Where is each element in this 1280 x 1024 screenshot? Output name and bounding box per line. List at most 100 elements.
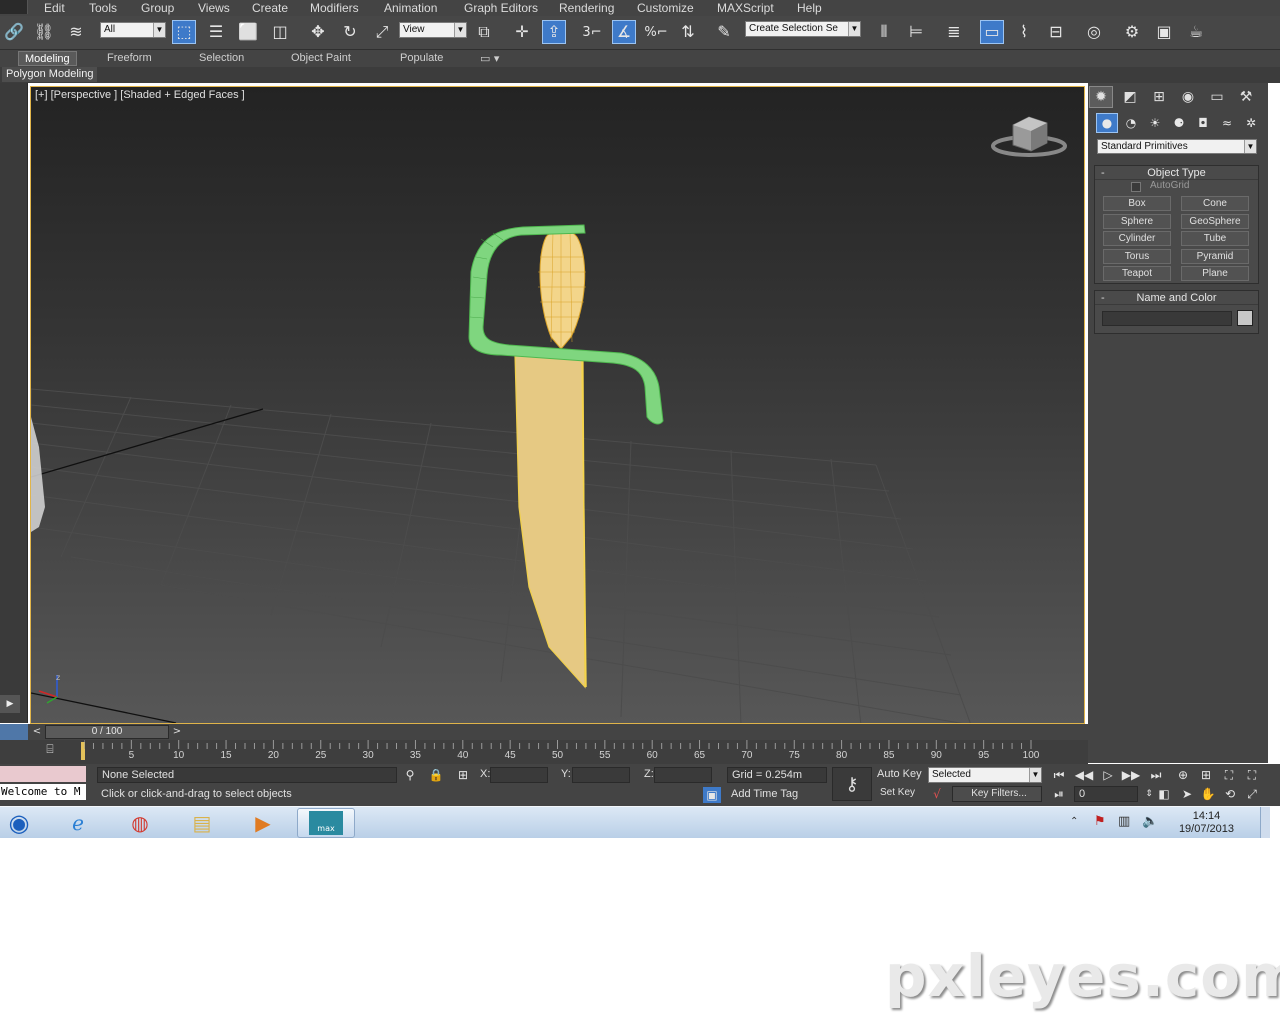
action-center-icon[interactable]: ⚑: [1094, 814, 1106, 829]
previous-key-icon[interactable]: ◀◀: [1075, 767, 1093, 783]
tube-button[interactable]: Tube: [1181, 231, 1249, 246]
plane-button[interactable]: Plane: [1181, 266, 1249, 281]
menu-customize[interactable]: Customize: [637, 1, 694, 15]
play-icon[interactable]: ▷: [1099, 767, 1117, 783]
named-selection-dropdown[interactable]: Create Selection Se ▼: [745, 21, 861, 37]
next-frame-icon[interactable]: >: [170, 726, 184, 738]
cameras-icon[interactable]: ⚈: [1168, 113, 1190, 133]
show-desktop-button[interactable]: [1260, 807, 1270, 838]
hierarchy-panel-icon[interactable]: ⊞: [1147, 86, 1171, 108]
open-mini-curve-editor-icon[interactable]: ⌸: [40, 742, 60, 758]
snaps-toggle-icon[interactable]: 3 ⌐: [580, 20, 604, 44]
absolute-offset-toggle-icon[interactable]: ⊞: [454, 767, 472, 783]
mirror-icon[interactable]: ⫴: [872, 20, 896, 44]
ribbon-tab-selection[interactable]: Selection: [193, 51, 250, 66]
menu-modifiers[interactable]: Modifiers: [310, 1, 359, 15]
menu-group[interactable]: Group: [141, 1, 174, 15]
layer-manager-icon[interactable]: ≣: [942, 20, 966, 44]
go-to-start-icon[interactable]: ⏮: [1050, 767, 1068, 783]
material-editor-icon[interactable]: ◎: [1082, 20, 1106, 44]
selection-filter-dropdown[interactable]: All ▼: [100, 22, 166, 38]
shapes-icon[interactable]: ◔: [1120, 113, 1142, 133]
go-to-end-icon[interactable]: ⏭: [1147, 767, 1165, 783]
menu-views[interactable]: Views: [198, 1, 230, 15]
perspective-viewport[interactable]: z [+] [Perspective ] [Shaded + Edged Fac…: [30, 86, 1085, 724]
cylinder-button[interactable]: Cylinder: [1103, 231, 1171, 246]
space-warps-icon[interactable]: ≈: [1216, 113, 1238, 133]
pan-view-icon[interactable]: ➤: [1178, 786, 1196, 802]
add-time-tag-button[interactable]: Add Time Tag: [727, 787, 827, 803]
z-coordinate-field[interactable]: [654, 767, 712, 783]
maxscript-mini-listener[interactable]: Welcome to M: [0, 784, 86, 800]
menu-tools[interactable]: Tools: [89, 1, 117, 15]
cone-button[interactable]: Cone: [1181, 196, 1249, 211]
percent-snap-icon[interactable]: % ⌐: [644, 20, 668, 44]
select-manipulate-icon[interactable]: ✛: [510, 20, 534, 44]
zoom-all-icon[interactable]: ⊞: [1197, 767, 1215, 783]
unlink-icon[interactable]: ⛓: [32, 20, 56, 44]
systems-icon[interactable]: ✲: [1240, 113, 1262, 133]
motion-panel-icon[interactable]: ◉: [1176, 86, 1200, 108]
select-rotate-icon[interactable]: ↻: [338, 20, 362, 44]
create-panel-icon[interactable]: ✹: [1089, 86, 1113, 108]
geosphere-button[interactable]: GeoSphere: [1181, 214, 1249, 229]
pivot-point-icon[interactable]: ⧉: [472, 20, 496, 44]
name-and-color-rollout-header[interactable]: - Name and Color: [1095, 291, 1258, 305]
zoom-icon[interactable]: ⊕: [1174, 767, 1192, 783]
ribbon-tab-populate[interactable]: Populate: [394, 51, 449, 66]
orbit-icon[interactable]: ⟲: [1221, 786, 1239, 802]
sphere-button[interactable]: Sphere: [1103, 214, 1171, 229]
pyramid-button[interactable]: Pyramid: [1181, 249, 1249, 264]
set-keys-key-icon[interactable]: ⚷: [832, 767, 872, 801]
link-icon[interactable]: 🔗: [2, 20, 26, 44]
edit-named-selection-icon[interactable]: ✎: [712, 20, 736, 44]
select-by-name-icon[interactable]: ☰: [204, 20, 228, 44]
select-scale-icon[interactable]: ⤢: [370, 20, 394, 44]
expand-arrow-icon[interactable]: ▶: [0, 695, 20, 713]
show-hidden-icons-icon[interactable]: ⌃: [1070, 816, 1078, 827]
ribbon-polygon-modeling-label[interactable]: Polygon Modeling: [2, 67, 98, 82]
zoom-extents-all-icon[interactable]: ⛶: [1243, 767, 1261, 783]
select-object-icon[interactable]: ⬚: [172, 20, 196, 44]
display-panel-icon[interactable]: ▭: [1205, 86, 1229, 108]
maximize-viewport-icon[interactable]: ⤢: [1243, 786, 1261, 802]
internet-explorer-icon[interactable]: ℯ: [53, 808, 103, 838]
isolate-selection-icon[interactable]: ⚲: [401, 767, 419, 783]
current-frame-field[interactable]: 0: [1074, 786, 1138, 802]
menu-create[interactable]: Create: [252, 1, 288, 15]
helpers-icon[interactable]: ◘: [1192, 113, 1214, 133]
set-key-button[interactable]: Set Key: [880, 787, 915, 798]
3ds-max-taskbar-button[interactable]: max: [297, 808, 355, 838]
time-tag-icon[interactable]: ▣: [703, 787, 721, 803]
keyboard-shortcut-override-icon[interactable]: ⇪: [542, 20, 566, 44]
lock-selection-icon[interactable]: 🔒: [427, 767, 445, 783]
render-setup-icon[interactable]: ⚙: [1120, 20, 1144, 44]
ribbon-tab-modeling[interactable]: Modeling: [18, 51, 77, 66]
menu-help[interactable]: Help: [797, 1, 822, 15]
torus-button[interactable]: Torus: [1103, 249, 1171, 264]
geometry-icon[interactable]: ●: [1096, 113, 1118, 133]
key-filters-button[interactable]: Key Filters...: [952, 786, 1042, 802]
chrome-icon[interactable]: ◍: [115, 808, 165, 838]
auto-key-button[interactable]: Auto Key: [877, 768, 922, 780]
start-button-icon[interactable]: ◉: [0, 808, 44, 838]
rendered-frame-window-icon[interactable]: ▣: [1152, 20, 1176, 44]
system-clock[interactable]: 14:14 19/07/2013: [1179, 810, 1234, 836]
autogrid-checkbox[interactable]: [1131, 182, 1141, 192]
lights-icon[interactable]: ☀: [1144, 113, 1166, 133]
rectangular-selection-icon[interactable]: ⬜: [236, 20, 260, 44]
curve-editor-icon[interactable]: ⌇: [1012, 20, 1036, 44]
toggle-ribbon-icon[interactable]: ▭: [980, 20, 1004, 44]
field-of-view-icon[interactable]: ◧: [1155, 786, 1173, 802]
window-crossing-icon[interactable]: ◫: [268, 20, 292, 44]
menu-animation[interactable]: Animation: [384, 1, 437, 15]
object-type-rollout-header[interactable]: - Object Type: [1095, 166, 1258, 180]
zoom-extents-icon[interactable]: ⛶: [1220, 767, 1238, 783]
bind-space-warp-icon[interactable]: ≋: [64, 20, 88, 44]
ribbon-tab-object-paint[interactable]: Object Paint: [285, 51, 357, 66]
key-mode-toggle-icon[interactable]: ⏯: [1050, 786, 1068, 802]
default-in-out-tangents-icon[interactable]: √: [928, 786, 946, 802]
y-coordinate-field[interactable]: [572, 767, 630, 783]
box-button[interactable]: Box: [1103, 196, 1171, 211]
key-mode-dropdown[interactable]: Selected ▼: [928, 767, 1042, 783]
